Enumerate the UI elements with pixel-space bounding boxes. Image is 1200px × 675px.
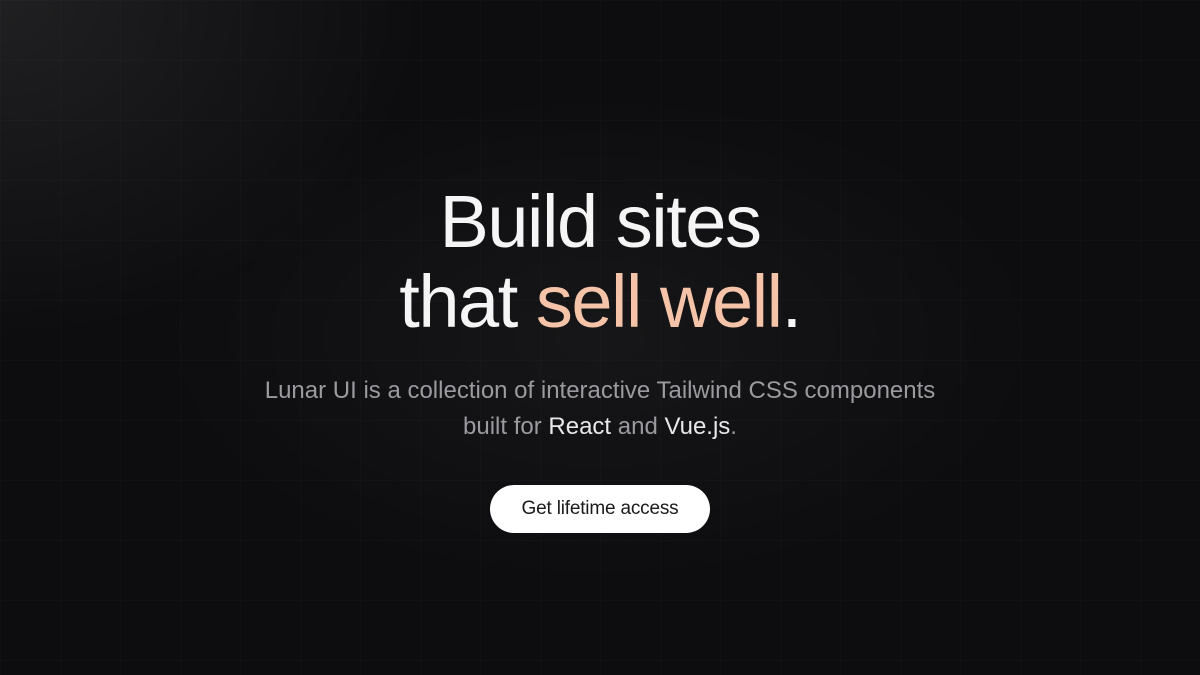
subheadline-text-mid: and [611, 413, 664, 440]
headline-accent-text: sell well [536, 260, 782, 343]
headline-line-1: Build sites [440, 180, 761, 263]
subheadline-react: React [548, 413, 611, 440]
headline-line-2-suffix: . [782, 260, 801, 343]
hero-subheadline: Lunar UI is a collection of interactive … [240, 373, 960, 445]
headline-line-2-prefix: that [399, 260, 536, 343]
hero-section: Build sites that sell well. Lunar UI is … [0, 0, 1200, 675]
subheadline-text-suffix: . [730, 413, 737, 440]
hero-headline: Build sites that sell well. [399, 182, 800, 342]
subheadline-vuejs: Vue.js [664, 413, 730, 440]
get-lifetime-access-button[interactable]: Get lifetime access [490, 485, 711, 533]
